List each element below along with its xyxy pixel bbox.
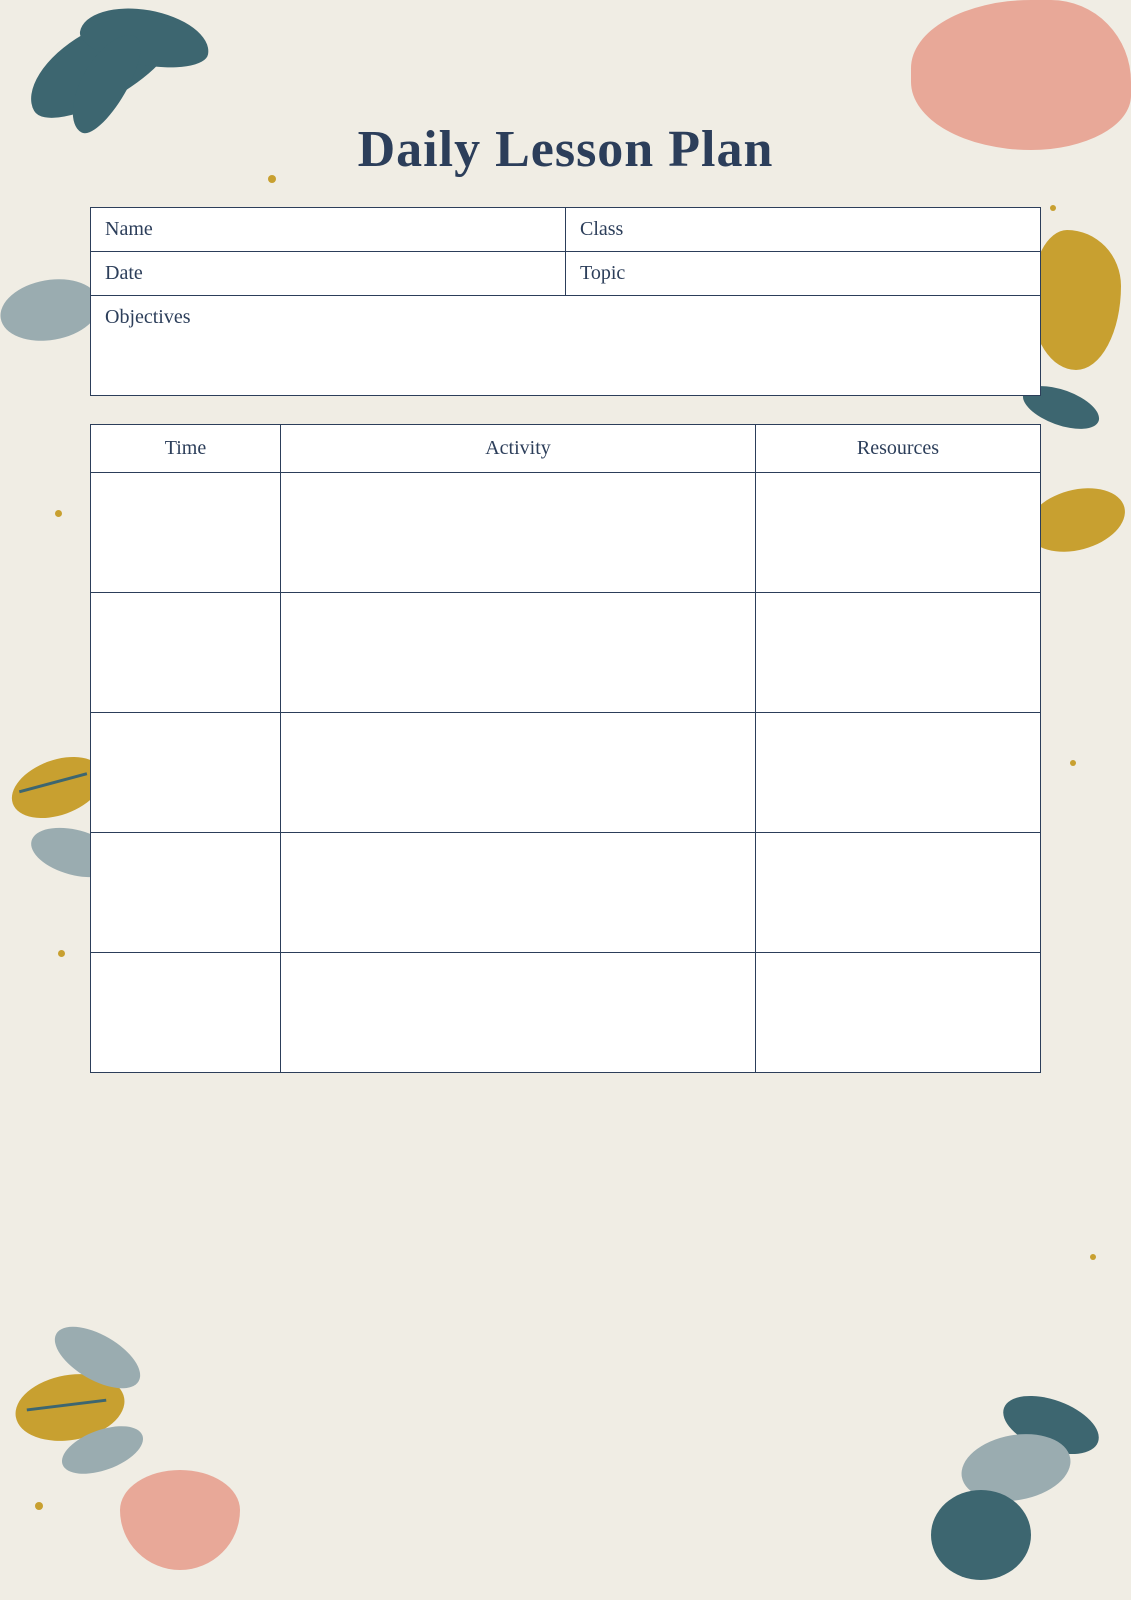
- dot-3: [55, 510, 62, 517]
- dot-6: [1090, 1254, 1096, 1260]
- date-field[interactable]: Date: [91, 252, 566, 296]
- dot-5: [58, 950, 65, 957]
- resources-cell-3[interactable]: [756, 713, 1041, 833]
- resources-cell-4[interactable]: [756, 833, 1041, 953]
- schedule-table: Time Activity Resources: [90, 424, 1041, 1073]
- dot-2: [1050, 205, 1056, 211]
- form-row-1: Name Class: [91, 208, 1041, 252]
- schedule-row-5: [91, 953, 1041, 1073]
- main-content: Daily Lesson Plan Name Class Date Topic …: [90, 120, 1041, 1073]
- schedule-row-4: [91, 833, 1041, 953]
- form-table: Name Class Date Topic: [90, 207, 1041, 296]
- time-cell-3[interactable]: [91, 713, 281, 833]
- form-row-2: Date Topic: [91, 252, 1041, 296]
- activity-cell-2[interactable]: [281, 593, 756, 713]
- decorative-flower-bottomright: [931, 1490, 1031, 1580]
- decorative-blob-leftgray: [0, 272, 104, 348]
- dot-7: [35, 1502, 43, 1510]
- resources-cell-5[interactable]: [756, 953, 1041, 1073]
- objectives-box[interactable]: Objectives: [90, 296, 1041, 396]
- resources-cell-1[interactable]: [756, 473, 1041, 593]
- decorative-flower-bottomleft: [120, 1470, 240, 1570]
- time-cell-5[interactable]: [91, 953, 281, 1073]
- time-cell-1[interactable]: [91, 473, 281, 593]
- col-time: Time: [91, 425, 281, 473]
- col-resources: Resources: [756, 425, 1041, 473]
- resources-cell-2[interactable]: [756, 593, 1041, 713]
- schedule-row-2: [91, 593, 1041, 713]
- time-cell-4[interactable]: [91, 833, 281, 953]
- activity-cell-4[interactable]: [281, 833, 756, 953]
- col-activity: Activity: [281, 425, 756, 473]
- schedule-row-1: [91, 473, 1041, 593]
- name-field[interactable]: Name: [91, 208, 566, 252]
- activity-cell-1[interactable]: [281, 473, 756, 593]
- time-cell-2[interactable]: [91, 593, 281, 713]
- class-field[interactable]: Class: [566, 208, 1041, 252]
- activity-cell-3[interactable]: [281, 713, 756, 833]
- page-title: Daily Lesson Plan: [90, 120, 1041, 179]
- schedule-row-3: [91, 713, 1041, 833]
- schedule-header-row: Time Activity Resources: [91, 425, 1041, 473]
- objectives-label: Objectives: [105, 306, 191, 328]
- dot-4: [1070, 760, 1076, 766]
- activity-cell-5[interactable]: [281, 953, 756, 1073]
- decorative-blob-rightgold1: [1031, 230, 1121, 370]
- topic-field[interactable]: Topic: [566, 252, 1041, 296]
